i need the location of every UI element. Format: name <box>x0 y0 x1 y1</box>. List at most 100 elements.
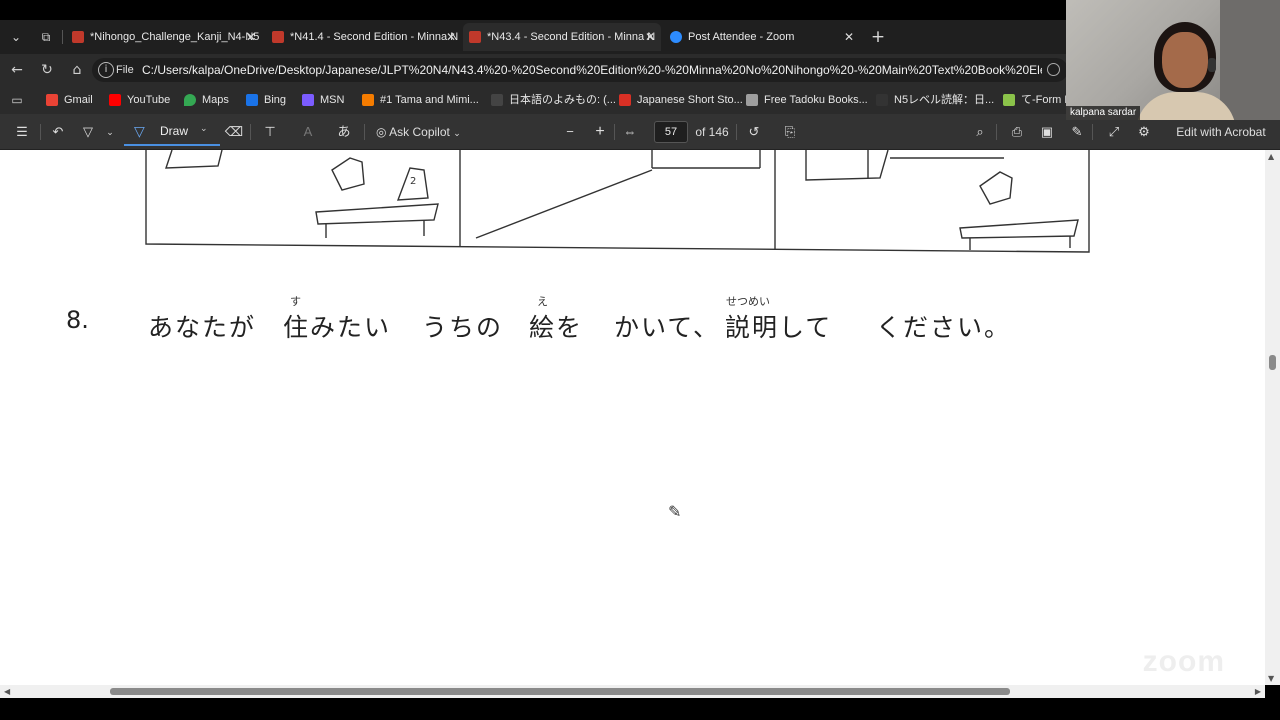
back-arrow-icon[interactable]: ← <box>6 60 28 80</box>
bookmark-te-form[interactable]: て-Form Pr <box>1003 91 1075 109</box>
chevron-down-icon[interactable]: ⌄ <box>200 124 208 134</box>
bookmark-label: Gmail <box>64 94 93 106</box>
zoom-in-icon[interactable]: + <box>590 122 610 142</box>
zoom-out-icon[interactable]: − <box>560 122 580 142</box>
participant-name-tag: kalpana sardar <box>1066 106 1141 120</box>
close-icon[interactable]: ✕ <box>645 23 655 51</box>
page-number-input[interactable]: 57 <box>654 121 688 143</box>
page-view-icon[interactable]: ⎘ <box>780 122 800 142</box>
tab-title: Post Attendee - Zoom <box>688 31 795 43</box>
tab-separator <box>62 30 63 44</box>
horizontal-scroll-thumb[interactable] <box>110 688 1010 695</box>
question-segment: 説明して <box>725 313 833 342</box>
bookmark-tama-mimi[interactable]: #1 Tama and Mimi... <box>362 91 479 109</box>
save-as-icon[interactable]: ✎ <box>1067 122 1087 142</box>
contents-list-icon[interactable]: ☰ <box>12 122 32 142</box>
search-icon[interactable]: ⌕ <box>970 122 990 142</box>
vertical-scrollbar[interactable]: ▲ ▼ <box>1265 150 1280 685</box>
chevron-down-icon: ⌄ <box>453 128 461 138</box>
bookmark-msn[interactable]: MSN <box>302 91 344 109</box>
participant-video[interactable]: kalpana sardar <box>1066 0 1280 120</box>
bookmark-label: 日本語のよみもの: (... <box>509 94 616 106</box>
new-tab-button[interactable]: + <box>866 26 890 48</box>
vertical-scroll-thumb[interactable] <box>1269 355 1276 370</box>
search-icon[interactable] <box>1047 63 1060 76</box>
scroll-down-arrow-icon[interactable]: ▼ <box>1268 674 1274 683</box>
highlight-icon[interactable]: ▽ <box>78 122 98 142</box>
tab-title: *N41.4 - Second Edition - Minna N <box>290 31 459 43</box>
bookmark-maps[interactable]: Maps <box>184 91 229 109</box>
close-icon[interactable]: ✕ <box>844 23 854 51</box>
screen-bottom-bar <box>0 698 1280 720</box>
print-icon[interactable]: ⎙ <box>1007 122 1027 142</box>
bookmark-label: Bing <box>264 94 287 106</box>
pdf-page-view[interactable]: 2 8. あなたが す 住みたい うちの え 絵を かいて、 せつめい 説明して… <box>0 150 1265 685</box>
horizontal-scrollbar[interactable]: ◀ ▶ <box>0 685 1265 698</box>
scroll-left-arrow-icon[interactable]: ◀ <box>4 685 10 698</box>
bookmark-tadoku[interactable]: Free Tadoku Books... <box>746 91 868 109</box>
ask-copilot-button[interactable]: ◎ Ask Copilot ⌄ <box>376 122 476 142</box>
address-field[interactable]: i File C:/Users/kalpa/OneDrive/Desktop/J… <box>92 58 1068 82</box>
edit-with-acrobat-button[interactable]: Edit with Acrobat <box>1168 122 1274 142</box>
rotate-icon[interactable]: ↺ <box>744 122 764 142</box>
bookmark-bing[interactable]: Bing <box>246 91 286 109</box>
fullscreen-icon[interactable]: ⤢ <box>1104 122 1124 142</box>
fit-page-icon[interactable]: ⇔ <box>620 122 640 142</box>
eraser-icon[interactable]: ⌫ <box>224 122 244 142</box>
undo-icon[interactable]: ↶ <box>48 122 68 142</box>
refresh-icon[interactable]: ↻ <box>36 60 58 80</box>
tab-title: *N43.4 - Second Edition - Minna N <box>487 31 656 43</box>
tab-n41[interactable]: *N41.4 - Second Edition - Minna N ✕ <box>266 23 462 51</box>
blogger-icon <box>362 94 374 106</box>
immersive-reader-button[interactable]: あ <box>334 122 354 142</box>
scroll-up-arrow-icon[interactable]: ▲ <box>1268 152 1274 161</box>
bookmark-gmail[interactable]: Gmail <box>46 91 93 109</box>
youtube-icon <box>109 94 121 106</box>
draw-button[interactable]: ▽ Draw ⌄ <box>124 118 220 146</box>
bookmark-yomimono[interactable]: 日本語のよみもの: (... <box>491 91 616 109</box>
question-segment: ください。 <box>876 313 1012 342</box>
save-icon[interactable]: ▣ <box>1037 122 1057 142</box>
close-icon[interactable]: ✕ <box>246 23 256 51</box>
text-box-icon[interactable]: ⊤ <box>260 122 280 142</box>
bookmark-short-stories[interactable]: Japanese Short Sto... <box>619 91 743 109</box>
copilot-icon: ◎ <box>376 125 387 139</box>
close-icon[interactable]: ✕ <box>446 23 456 51</box>
classroom-illustration: 2 <box>145 150 1090 253</box>
toolbar-separator <box>736 124 737 140</box>
site-icon <box>1003 94 1015 106</box>
furigana: え <box>537 295 548 308</box>
bookmark-youtube[interactable]: YouTube <box>109 91 170 109</box>
toolbar-separator <box>40 124 41 140</box>
question-segment: かいて、 <box>614 313 721 342</box>
draw-label: Draw <box>160 124 189 138</box>
bookmark-label: #1 Tama and Mimi... <box>380 94 479 106</box>
msn-icon <box>302 94 314 106</box>
site-icon <box>746 94 758 106</box>
gmail-icon <box>46 94 58 106</box>
site-icon <box>619 94 631 106</box>
bookmark-label: YouTube <box>127 94 171 106</box>
toolbar-separator <box>614 124 615 140</box>
furigana: す <box>290 295 301 308</box>
draw-pen-icon: ▽ <box>134 124 145 140</box>
home-icon[interactable]: ⌂ <box>66 60 88 80</box>
chevron-down-icon[interactable]: ⌄ <box>100 122 120 142</box>
scroll-right-arrow-icon[interactable]: ▶ <box>1255 685 1261 698</box>
tab-n43-active[interactable]: *N43.4 - Second Edition - Minna N ✕ <box>463 23 661 51</box>
read-aloud-icon[interactable]: A <box>298 122 318 142</box>
url-text[interactable]: C:/Users/kalpa/OneDrive/Desktop/Japanese… <box>142 58 1042 82</box>
workspaces-icon[interactable]: ⧉ <box>34 26 58 48</box>
question-segment: うちの <box>422 313 504 342</box>
tab-nihongo-challenge[interactable]: *Nihongo_Challenge_Kanji_N4-N5 ✕ <box>66 23 262 51</box>
question-number: 8. <box>66 306 89 334</box>
settings-gear-icon[interactable]: ⚙ <box>1134 122 1154 142</box>
info-icon[interactable]: i <box>98 62 114 78</box>
tab-zoom-post-attendee[interactable]: Post Attendee - Zoom ✕ <box>664 23 860 51</box>
tab-title: *Nihongo_Challenge_Kanji_N4-N5 <box>90 31 260 43</box>
bookmark-menu-icon[interactable]: ▭ <box>6 90 28 110</box>
bookmark-n5-dokkai[interactable]: N5レベル読解：日... <box>876 91 994 109</box>
zoom-icon <box>670 31 682 43</box>
video-background <box>1220 0 1280 120</box>
tab-list-chevron-icon[interactable]: ⌄ <box>4 26 28 48</box>
